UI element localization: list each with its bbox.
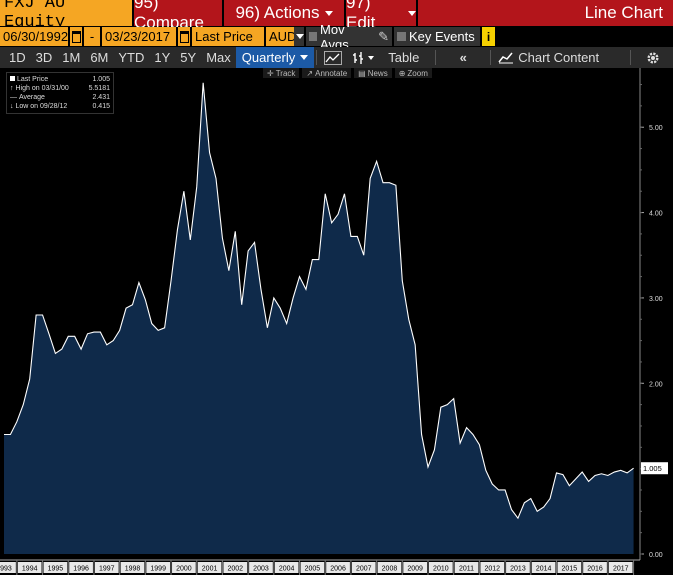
zoom-label: Zoom bbox=[407, 68, 428, 78]
legend-high: ↑ High on 03/31/00 5.5181 bbox=[10, 85, 110, 92]
x-tick-label: 2008 bbox=[382, 566, 398, 573]
x-tick-label: 2007 bbox=[356, 566, 372, 573]
x-tick-label: 2004 bbox=[279, 566, 295, 573]
x-tick-label: 2001 bbox=[202, 566, 218, 573]
x-tick-label: 2011 bbox=[459, 566, 474, 573]
x-tick-label: 1993 bbox=[0, 566, 12, 573]
zoom-button[interactable]: ⊕ Zoom bbox=[394, 68, 432, 78]
legend-label: Low on 09/28/12 bbox=[15, 103, 68, 110]
x-tick-label: 2003 bbox=[253, 566, 269, 573]
legend-label: Average bbox=[19, 94, 45, 101]
chart-mini-toolbar: ✛ Track ↗ Annotate ▤ News ⊕ Zoom bbox=[263, 68, 432, 78]
legend-value: 0.415 bbox=[92, 103, 110, 110]
x-tick-label: 2016 bbox=[587, 566, 603, 573]
zoom-icon: ⊕ bbox=[398, 68, 406, 78]
legend-value: 2.431 bbox=[92, 94, 110, 101]
x-tick-label: 2000 bbox=[176, 566, 192, 573]
chart-legend: Last Price 1.005 ↑ High on 03/31/00 5.5181 … bbox=[6, 72, 114, 114]
x-tick-label: 1994 bbox=[22, 566, 38, 573]
crosshair-icon: ✛ bbox=[267, 68, 274, 78]
y-tick-label: 5.00 bbox=[649, 125, 663, 132]
legend-value: 1.005 bbox=[92, 76, 110, 83]
last-value-label: 1.005 bbox=[643, 464, 662, 473]
x-tick-label: 2015 bbox=[562, 566, 578, 573]
track-button[interactable]: ✛ Track bbox=[263, 68, 300, 78]
annotate-button[interactable]: ↗ Annotate bbox=[302, 68, 352, 78]
x-tick-label: 2010 bbox=[433, 566, 449, 573]
track-label: Track bbox=[275, 68, 296, 78]
legend-average: — Average 2.431 bbox=[10, 94, 110, 101]
annotate-icon: ↗ bbox=[306, 68, 314, 78]
x-tick-label: 1995 bbox=[48, 566, 64, 573]
x-tick-label: 1998 bbox=[125, 566, 141, 573]
y-tick-label: 0.00 bbox=[649, 552, 663, 559]
news-label: News bbox=[367, 68, 388, 78]
x-tick-label: 2005 bbox=[305, 566, 321, 573]
x-tick-label: 2013 bbox=[510, 566, 526, 573]
legend-label: Last Price bbox=[17, 76, 49, 83]
x-tick-label: 2009 bbox=[407, 566, 423, 573]
y-tick-label: 3.00 bbox=[649, 296, 663, 303]
x-tick-label: 1999 bbox=[150, 566, 166, 573]
x-tick-label: 2002 bbox=[227, 566, 243, 573]
legend-low: ↓ Low on 09/28/12 0.415 bbox=[10, 103, 110, 110]
y-tick-label: 4.00 bbox=[649, 211, 663, 218]
x-tick-label: 1997 bbox=[99, 566, 115, 573]
legend-last-price: Last Price 1.005 bbox=[10, 75, 110, 84]
annotate-label: Annotate bbox=[315, 68, 348, 78]
x-tick-label: 2014 bbox=[536, 566, 552, 573]
legend-label: High on 03/31/00 bbox=[15, 85, 69, 92]
x-tick-label: 2017 bbox=[613, 566, 629, 573]
x-tick-label: 1996 bbox=[73, 566, 89, 573]
news-icon: ▤ bbox=[358, 68, 366, 78]
y-tick-label: 2.00 bbox=[649, 381, 663, 388]
x-tick-label: 2012 bbox=[484, 566, 500, 573]
news-button[interactable]: ▤ News bbox=[354, 68, 392, 78]
legend-value: 5.5181 bbox=[88, 85, 110, 92]
x-tick-label: 2006 bbox=[330, 566, 346, 573]
